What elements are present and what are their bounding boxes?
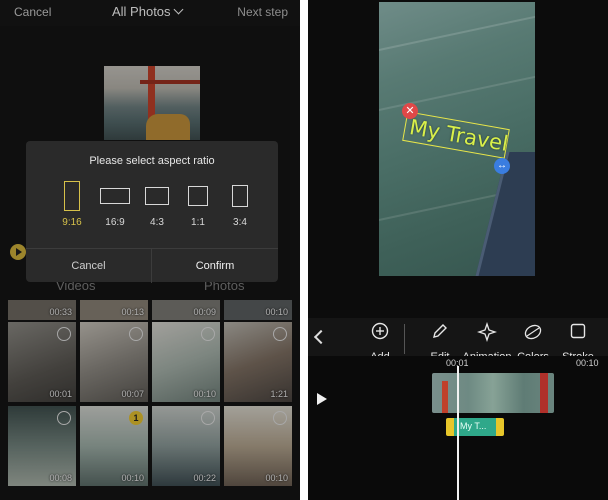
chevron-down-icon xyxy=(173,4,183,15)
dialog-cancel-button[interactable]: Cancel xyxy=(26,249,152,283)
ratio-label: 3:4 xyxy=(233,217,247,228)
ratio-shape-landscape-icon xyxy=(100,188,130,204)
video-editor-screen: My Travel ✕ ↔ Add Edit Animation xyxy=(308,0,608,500)
dialog-title: Please select aspect ratio xyxy=(89,155,215,167)
ratio-shape-standard-icon xyxy=(145,187,169,205)
ratio-option-1-1[interactable]: 1:1 xyxy=(176,181,220,228)
album-title: All Photos xyxy=(112,4,171,19)
clip-frame-detail xyxy=(540,373,548,413)
dialog-buttons: Cancel Confirm xyxy=(26,248,278,283)
video-clip-track[interactable] xyxy=(432,373,554,413)
ratio-label: 4:3 xyxy=(150,217,164,228)
ratio-label: 9:16 xyxy=(62,217,82,228)
ratio-option-9-16[interactable]: 9:16 xyxy=(50,181,94,228)
picker-top-bar: Cancel All Photos Next step xyxy=(0,0,300,26)
resize-rotate-icon[interactable]: ↔ xyxy=(494,158,510,174)
ratio-option-3-4[interactable]: 3:4 xyxy=(218,181,262,228)
ratio-option-16-9[interactable]: 16:9 xyxy=(93,181,137,228)
water-ripple xyxy=(379,11,535,55)
toolbar-divider xyxy=(404,324,405,354)
ratio-shape-portrait-icon xyxy=(64,181,80,211)
pencil-icon xyxy=(433,324,447,338)
ratio-shape-square-icon xyxy=(188,186,208,206)
square-outline-icon xyxy=(570,323,586,339)
ratio-option-4-3[interactable]: 4:3 xyxy=(135,181,179,228)
cancel-button[interactable]: Cancel xyxy=(14,5,51,19)
ratio-shape-tall-icon xyxy=(232,185,248,207)
next-step-button[interactable]: Next step xyxy=(237,5,288,19)
delete-text-icon[interactable]: ✕ xyxy=(402,103,418,119)
photo-picker-screen: Cancel All Photos Next step Videos Photo… xyxy=(0,0,300,500)
sparkle-icon xyxy=(476,321,498,343)
plus-circle-icon xyxy=(371,322,389,340)
timeline-time-end: 00:10 xyxy=(576,358,599,368)
palette-icon xyxy=(524,324,542,340)
text-clip-track[interactable]: My T... xyxy=(446,418,504,436)
dialog-confirm-button[interactable]: Confirm xyxy=(152,249,278,283)
back-chevron-icon[interactable] xyxy=(313,329,329,345)
timeline: 00:01 00:10 My T... xyxy=(308,356,608,500)
text-clip-label: My T... xyxy=(460,421,487,431)
aspect-ratio-dialog: Please select aspect ratio 9:16 16:9 4:3… xyxy=(26,141,278,283)
playhead[interactable] xyxy=(457,366,459,500)
clip-frame-detail xyxy=(442,381,448,413)
play-button-icon[interactable] xyxy=(317,393,327,405)
ratio-label: 16:9 xyxy=(105,217,125,228)
album-selector[interactable]: All Photos xyxy=(112,4,183,19)
ratio-label: 1:1 xyxy=(191,217,205,228)
